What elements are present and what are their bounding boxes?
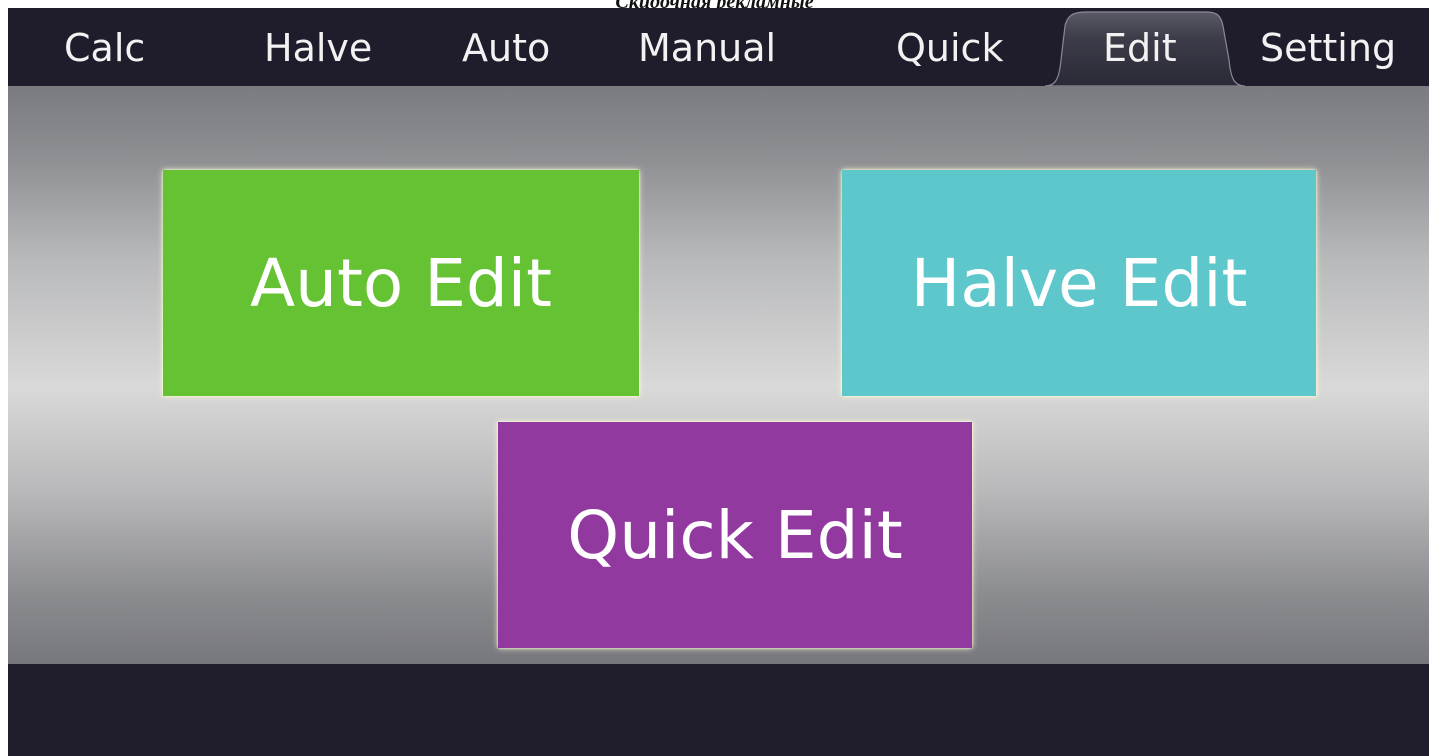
bottom-bar [8, 664, 1429, 756]
page: Скидочная рекламные Calc Halve Auto Manu… [0, 0, 1429, 756]
tab-quick[interactable]: Quick [896, 18, 1003, 78]
tab-auto[interactable]: Auto [462, 18, 550, 78]
auto-edit-button[interactable]: Auto Edit [163, 170, 639, 396]
quick-edit-label: Quick Edit [567, 496, 903, 574]
halve-edit-button[interactable]: Halve Edit [842, 170, 1316, 396]
tab-halve[interactable]: Halve [264, 18, 372, 78]
app-window: Calc Halve Auto Manual Quick Edit Settin… [8, 8, 1429, 756]
tab-setting[interactable]: Setting [1260, 18, 1396, 78]
tab-bar: Calc Halve Auto Manual Quick Edit Settin… [8, 8, 1429, 86]
quick-edit-button[interactable]: Quick Edit [498, 422, 972, 648]
auto-edit-label: Auto Edit [249, 244, 553, 322]
tab-manual[interactable]: Manual [638, 18, 776, 78]
tab-calc[interactable]: Calc [64, 18, 145, 78]
halve-edit-label: Halve Edit [910, 244, 1248, 322]
tab-edit[interactable]: Edit [1045, 10, 1245, 86]
tab-edit-label: Edit [1103, 26, 1177, 70]
